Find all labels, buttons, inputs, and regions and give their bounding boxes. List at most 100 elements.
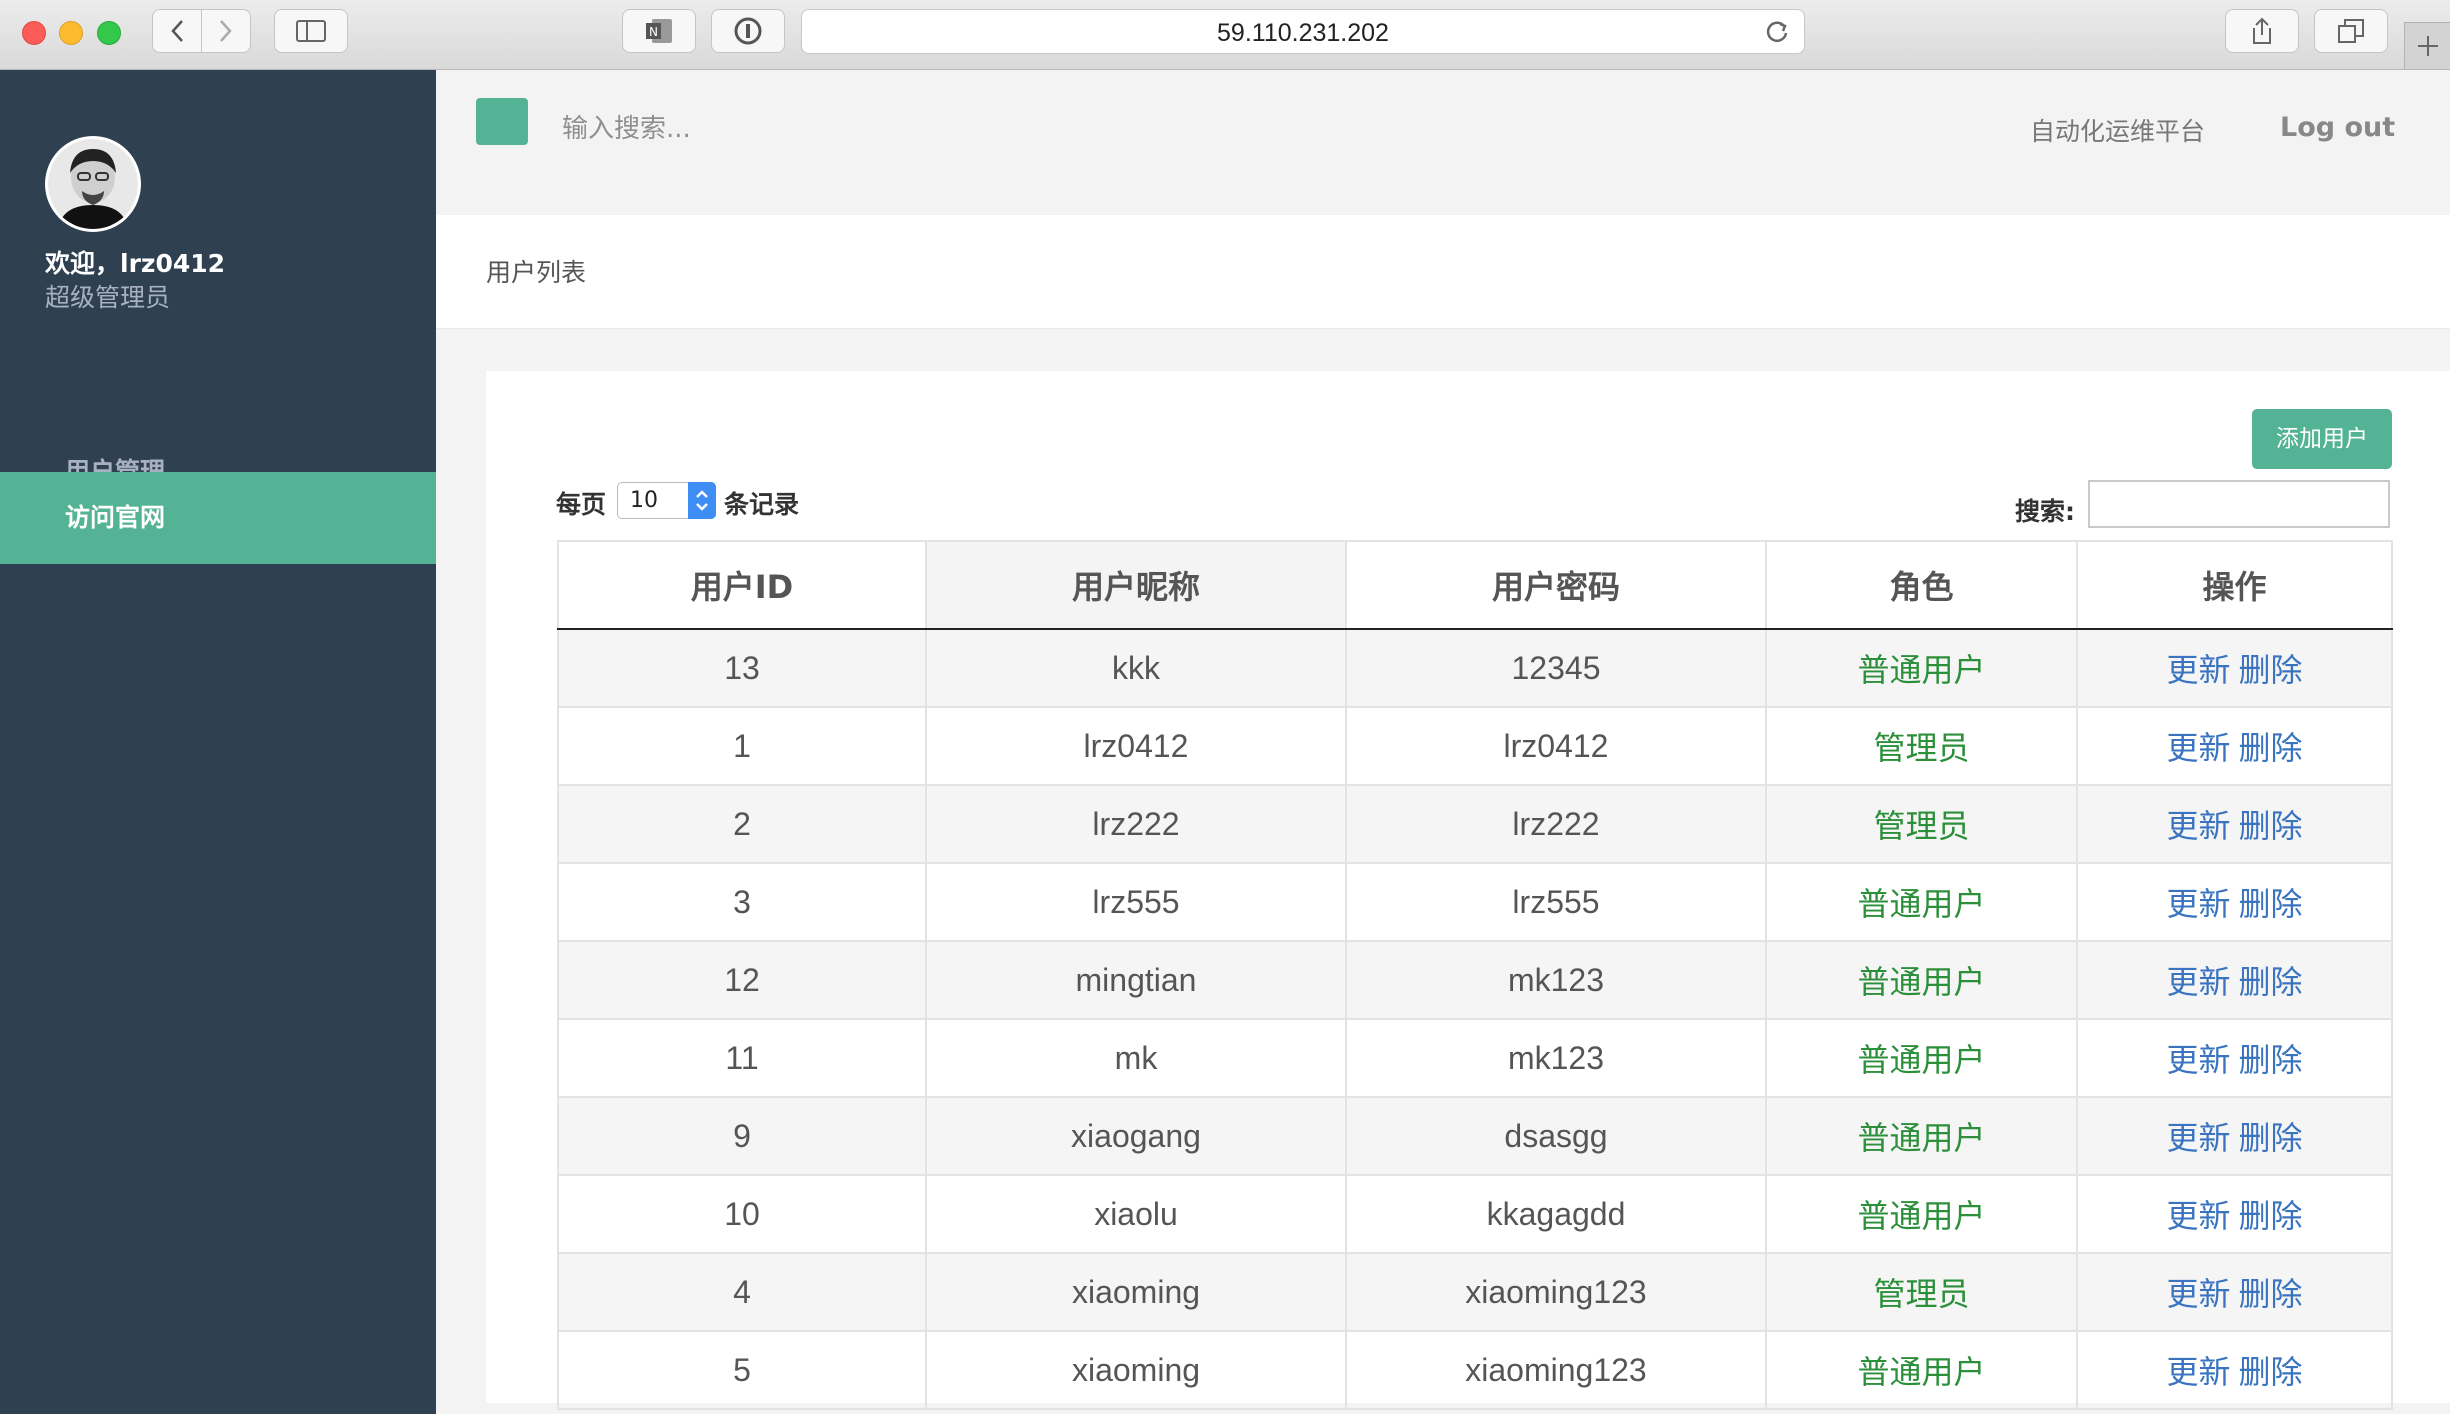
select-arrows-icon xyxy=(688,482,716,519)
cell-nickname: lrz0412 xyxy=(925,706,1347,786)
cell-password: xiaoming123 xyxy=(1345,1252,1767,1332)
table-row: 11 mk mk123 普通用户 更新 删除 xyxy=(557,1018,2393,1098)
table-row: 3 lrz555 lrz555 普通用户 更新 删除 xyxy=(557,862,2393,942)
zoom-window-button[interactable] xyxy=(97,21,121,45)
table-row: 10 xiaolu kkagagdd 普通用户 更新 删除 xyxy=(557,1174,2393,1254)
cell-role: 普通用户 xyxy=(1765,1096,2078,1176)
per-page-select[interactable]: 10 xyxy=(617,482,716,519)
cell-actions: 更新 删除 xyxy=(2076,862,2393,942)
column-header-role[interactable]: 角色 xyxy=(1765,540,2078,630)
cell-role: 普通用户 xyxy=(1765,1174,2078,1254)
cell-password: dsasgg xyxy=(1345,1096,1767,1176)
update-link[interactable]: 更新 xyxy=(2166,885,2230,923)
delete-link[interactable]: 删除 xyxy=(2239,885,2303,923)
table-header-row: 用户ID 用户昵称 用户密码 角色 操作 xyxy=(557,540,2393,630)
sidebar-toggle-button[interactable] xyxy=(274,9,348,53)
cell-user-id: 5 xyxy=(557,1330,927,1410)
delete-link[interactable]: 删除 xyxy=(2239,729,2303,767)
delete-link[interactable]: 删除 xyxy=(2239,651,2303,689)
user-role-text: 超级管理员 xyxy=(45,283,171,312)
browser-toolbar: N 59.110.231.202 xyxy=(0,0,2450,70)
sidebar-item-visit-website[interactable]: 访问官网 xyxy=(0,472,436,564)
cell-nickname: xiaoming xyxy=(925,1330,1347,1410)
update-link[interactable]: 更新 xyxy=(2166,1041,2230,1079)
forward-button[interactable] xyxy=(201,9,251,53)
cell-nickname: lrz555 xyxy=(925,862,1347,942)
keyhole-icon xyxy=(734,17,762,45)
column-header-user-id[interactable]: 用户ID xyxy=(557,540,927,630)
close-window-button[interactable] xyxy=(22,21,46,45)
cell-actions: 更新 删除 xyxy=(2076,940,2393,1020)
cell-actions: 更新 删除 xyxy=(2076,1330,2393,1410)
cell-role: 普通用户 xyxy=(1765,862,2078,942)
cell-user-id: 4 xyxy=(557,1252,927,1332)
cell-user-id: 13 xyxy=(557,628,927,708)
cell-role: 管理员 xyxy=(1765,706,2078,786)
cell-nickname: xiaogang xyxy=(925,1096,1347,1176)
table-row: 1 lrz0412 lrz0412 管理员 更新 删除 xyxy=(557,706,2393,786)
delete-link[interactable]: 删除 xyxy=(2239,1119,2303,1157)
cell-password: lrz222 xyxy=(1345,784,1767,864)
table-search-input[interactable] xyxy=(2088,480,2390,528)
add-user-button[interactable]: 添加用户 xyxy=(2252,409,2392,469)
table-row: 12 mingtian mk123 普通用户 更新 删除 xyxy=(557,940,2393,1020)
update-link[interactable]: 更新 xyxy=(2166,1197,2230,1235)
cell-nickname: kkk xyxy=(925,628,1347,708)
page-title: 用户列表 xyxy=(486,258,587,287)
share-icon xyxy=(2253,17,2271,44)
delete-link[interactable]: 删除 xyxy=(2239,807,2303,845)
users-table: 用户ID 用户昵称 用户密码 角色 操作 13 kkk 12345 普通用户 更新 删除 1… xyxy=(557,540,2393,1410)
delete-link[interactable]: 删除 xyxy=(2239,1041,2303,1079)
table-row: 2 lrz222 lrz222 管理员 更新 删除 xyxy=(557,784,2393,864)
update-link[interactable]: 更新 xyxy=(2166,1353,2230,1391)
cell-role: 普通用户 xyxy=(1765,1018,2078,1098)
cell-nickname: xiaolu xyxy=(925,1174,1347,1254)
cell-password: lrz555 xyxy=(1345,862,1767,942)
cell-actions: 更新 删除 xyxy=(2076,1174,2393,1254)
cell-user-id: 2 xyxy=(557,784,927,864)
update-link[interactable]: 更新 xyxy=(2166,963,2230,1001)
column-header-nickname[interactable]: 用户昵称 xyxy=(925,540,1347,630)
minimize-window-button[interactable] xyxy=(59,21,83,45)
update-link[interactable]: 更新 xyxy=(2166,1275,2230,1313)
delete-link[interactable]: 删除 xyxy=(2239,963,2303,1001)
update-link[interactable]: 更新 xyxy=(2166,1119,2230,1157)
column-header-password[interactable]: 用户密码 xyxy=(1345,540,1767,630)
cell-role: 普通用户 xyxy=(1765,940,2078,1020)
reload-icon[interactable] xyxy=(1764,19,1790,45)
cell-user-id: 12 xyxy=(557,940,927,1020)
share-button[interactable] xyxy=(2225,9,2299,53)
welcome-text: 欢迎，lrz0412 xyxy=(45,249,226,278)
tabs-overview-button[interactable] xyxy=(2314,9,2388,53)
column-header-actions[interactable]: 操作 xyxy=(2076,540,2393,630)
top-search-input[interactable] xyxy=(562,109,962,149)
new-tab-button[interactable] xyxy=(2404,22,2450,69)
table-search-label: 搜索: xyxy=(2015,497,2075,526)
cell-role: 管理员 xyxy=(1765,1252,2078,1332)
top-navbar: 自动化运维平台 Log out xyxy=(436,70,2450,215)
cell-user-id: 9 xyxy=(557,1096,927,1176)
cell-nickname: lrz222 xyxy=(925,784,1347,864)
per-page-suffix: 条记录 xyxy=(724,490,800,519)
menu-toggle-button[interactable] xyxy=(476,98,528,145)
platform-link[interactable]: 自动化运维平台 xyxy=(2030,112,2205,148)
table-row: 5 xiaoming xiaoming123 普通用户 更新 删除 xyxy=(557,1330,2393,1410)
onenote-extension-button[interactable]: N xyxy=(622,9,696,53)
plus-icon xyxy=(2417,36,2438,56)
cell-password: lrz0412 xyxy=(1345,706,1767,786)
cell-role: 普通用户 xyxy=(1765,628,2078,708)
update-link[interactable]: 更新 xyxy=(2166,807,2230,845)
delete-link[interactable]: 删除 xyxy=(2239,1275,2303,1313)
delete-link[interactable]: 删除 xyxy=(2239,1197,2303,1235)
delete-link[interactable]: 删除 xyxy=(2239,1353,2303,1391)
password-extension-button[interactable] xyxy=(711,9,785,53)
logout-link[interactable]: Log out xyxy=(2280,112,2395,143)
cell-role: 普通用户 xyxy=(1765,1330,2078,1410)
update-link[interactable]: 更新 xyxy=(2166,651,2230,689)
address-bar[interactable]: 59.110.231.202 xyxy=(801,9,1805,54)
table-row: 13 kkk 12345 普通用户 更新 删除 xyxy=(557,628,2393,708)
avatar[interactable] xyxy=(45,136,141,232)
update-link[interactable]: 更新 xyxy=(2166,729,2230,767)
cell-role: 管理员 xyxy=(1765,784,2078,864)
back-button[interactable] xyxy=(152,9,202,53)
